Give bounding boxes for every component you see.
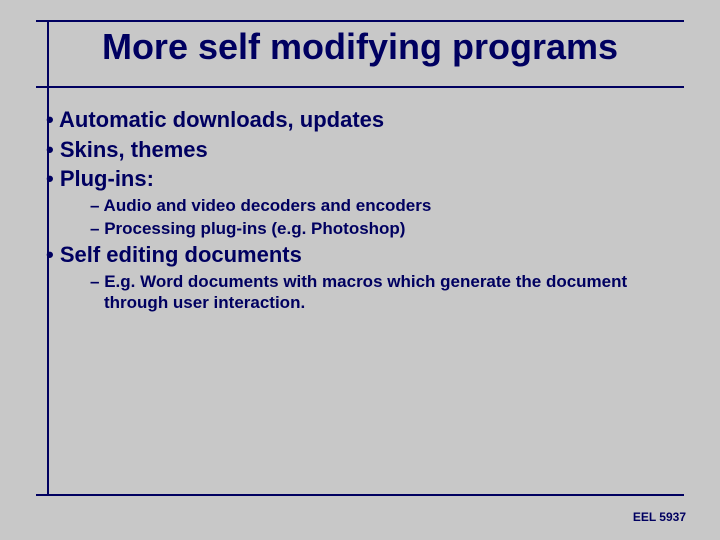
bullet-level1: Self editing documents (38, 241, 690, 269)
bullet-level1: Automatic downloads, updates (38, 106, 690, 134)
slide-content: Automatic downloads, updates Skins, them… (38, 106, 690, 315)
rule-top (36, 20, 684, 22)
bullet-level1: Plug-ins: (38, 165, 690, 193)
bullet-level2: E.g. Word documents with macros which ge… (38, 271, 690, 314)
slide-title: More self modifying programs (0, 26, 720, 68)
rule-title-underline (36, 86, 684, 88)
footer-text: EEL 5937 (633, 510, 686, 524)
rule-bottom (36, 494, 684, 496)
slide: More self modifying programs Automatic d… (0, 0, 720, 540)
bullet-level2: Processing plug-ins (e.g. Photoshop) (38, 218, 690, 239)
bullet-level1: Skins, themes (38, 136, 690, 164)
bullet-level2: Audio and video decoders and encoders (38, 195, 690, 216)
